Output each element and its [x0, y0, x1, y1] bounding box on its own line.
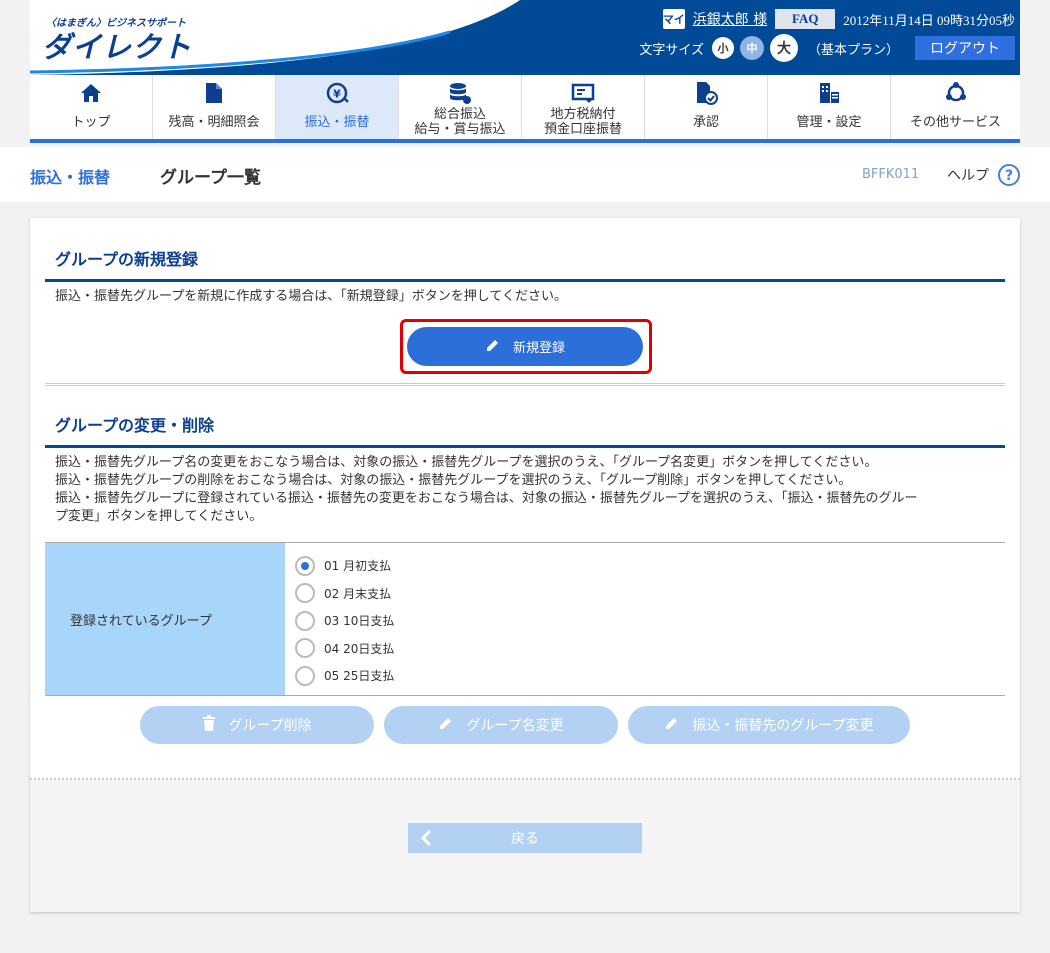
- group-label: 01 月初支払: [324, 559, 392, 574]
- screen-id: BFFK011: [862, 167, 920, 182]
- logo-title: ダイレクト: [42, 30, 193, 64]
- pencil-icon: [485, 337, 501, 357]
- nav-label: 管理・設定: [796, 115, 862, 130]
- font-size-small-button[interactable]: 小: [711, 37, 734, 59]
- logo[interactable]: 〈はまぎん〉ビジネスサポート ダイレクト: [30, 0, 540, 75]
- group-option[interactable]: 04 20日支払: [295, 635, 1005, 663]
- tax-payment-icon: [571, 81, 595, 105]
- approval-icon: [694, 81, 718, 105]
- home-icon: [80, 81, 102, 105]
- group-label: 05 25日支払: [324, 669, 395, 684]
- trash-icon: [202, 715, 216, 735]
- my-page-icon[interactable]: マイ: [662, 9, 685, 29]
- nav-item-transfer[interactable]: ¥ 振込・振替: [276, 75, 399, 139]
- new-group-description: 振込・振替先グループを新規に作成する場合は、「新規登録」ボタンを押してください。: [55, 289, 567, 304]
- change-payee-group-button[interactable]: 振込・振替先のグループ変更: [628, 706, 910, 744]
- logout-button[interactable]: ログアウト: [915, 36, 1015, 60]
- group-radio-list: 01 月初支払 02 月末支払 03 10日支払 04 20日支払 05 25日…: [285, 543, 1005, 695]
- main-nav: トップ 残高・明細照会 ¥ 振込・振替 総合振込 給与・賞与振込 地方税納付 預…: [30, 75, 1020, 143]
- nav-item-balance[interactable]: 残高・明細照会: [153, 75, 276, 139]
- pencil-icon: [664, 715, 680, 735]
- group-option[interactable]: 05 25日支払: [295, 662, 1005, 690]
- svg-text:¥: ¥: [333, 88, 341, 101]
- help-icon[interactable]: ?: [997, 163, 1021, 191]
- group-table: 登録されているグループ 01 月初支払 02 月末支払 03 10日支払 04 …: [45, 542, 1005, 696]
- nav-item-local-tax[interactable]: 地方税納付 預金口座振替: [522, 75, 645, 139]
- document-icon: [205, 81, 223, 105]
- nav-item-bulk-transfer[interactable]: 総合振込 給与・賞与振込: [399, 75, 522, 139]
- nav-label: 地方税納付 預金口座振替: [543, 107, 622, 137]
- nav-item-top[interactable]: トップ: [30, 75, 153, 139]
- footer-divider: [30, 778, 1020, 780]
- group-option[interactable]: 03 10日支払: [295, 607, 1005, 635]
- group-option[interactable]: 01 月初支払: [295, 552, 1005, 580]
- management-icon: [817, 81, 841, 105]
- nav-label: 残高・明細照会: [168, 115, 260, 130]
- back-button[interactable]: 戻る: [408, 823, 642, 853]
- app-header: 〈はまぎん〉ビジネスサポート ダイレクト マイ 浜銀太郎 様 FAQ 2012年…: [30, 0, 1020, 75]
- new-register-button[interactable]: 新規登録: [407, 327, 643, 366]
- group-rename-button[interactable]: グループ名変更: [384, 706, 618, 744]
- chevron-left-icon: [420, 829, 432, 851]
- database-icon: [448, 81, 472, 105]
- group-delete-button[interactable]: グループ削除: [140, 706, 374, 744]
- table-header: 登録されているグループ: [45, 543, 285, 695]
- radio-button[interactable]: [295, 583, 315, 604]
- group-delete-label: グループ削除: [228, 718, 312, 734]
- page-title: グループ一覧: [160, 168, 261, 188]
- new-register-label: 新規登録: [512, 341, 565, 356]
- yen-transfer-icon: ¥: [325, 81, 349, 105]
- user-name-link[interactable]: 浜銀太郎 様: [693, 9, 767, 29]
- radio-button[interactable]: [295, 638, 315, 659]
- svg-text:?: ?: [1005, 168, 1013, 184]
- new-group-section-title: グループの新規登録: [45, 246, 1005, 282]
- login-datetime: 2012年11月14日 09時31分05秒: [843, 12, 1015, 28]
- nav-label: 振込・振替: [304, 115, 370, 130]
- back-label: 戻る: [511, 831, 539, 847]
- nav-item-other-services[interactable]: その他サービス: [891, 75, 1020, 139]
- font-size-medium-button[interactable]: 中: [739, 36, 764, 60]
- radio-button[interactable]: [295, 555, 315, 576]
- nav-label: その他サービス: [909, 115, 1001, 130]
- nav-label: トップ: [71, 115, 111, 130]
- font-size-large-button[interactable]: 大: [769, 34, 798, 62]
- breadcrumb[interactable]: 振込・振替: [30, 164, 110, 188]
- group-label: 04 20日支払: [324, 641, 395, 656]
- main-panel: グループの新規登録 振込・振替先グループを新規に作成する場合は、「新規登録」ボタ…: [30, 218, 1020, 912]
- other-services-icon: [944, 81, 968, 105]
- plan-label: （基本プラン）: [807, 42, 899, 58]
- group-rename-label: グループ名変更: [466, 718, 564, 734]
- change-payee-group-label: 振込・振替先のグループ変更: [692, 718, 874, 734]
- group-label: 03 10日支払: [324, 614, 395, 629]
- nav-item-management[interactable]: 管理・設定: [768, 75, 891, 139]
- font-size-label: 文字サイズ: [639, 42, 704, 58]
- radio-button[interactable]: [295, 610, 315, 631]
- page-title-bar: 振込・振替 グループ一覧 BFFK011 ヘルプ: [0, 147, 1050, 202]
- edit-group-section-title: グループの変更・削除: [45, 412, 1005, 448]
- nav-item-approval[interactable]: 承認: [645, 75, 768, 139]
- help-link[interactable]: ヘルプ: [947, 165, 989, 185]
- radio-button[interactable]: [295, 665, 315, 686]
- group-label: 02 月末支払: [324, 586, 392, 601]
- nav-label: 承認: [692, 115, 719, 130]
- group-option[interactable]: 02 月末支払: [295, 580, 1005, 608]
- pencil-icon: [438, 715, 454, 735]
- faq-button[interactable]: FAQ: [775, 9, 836, 29]
- nav-label: 総合振込 給与・賞与振込: [414, 107, 506, 137]
- section-divider: [45, 383, 1005, 386]
- edit-group-description: 振込・振替先グループ名の変更をおこなう場合は、対象の振込・振替先グループを選択の…: [55, 455, 918, 524]
